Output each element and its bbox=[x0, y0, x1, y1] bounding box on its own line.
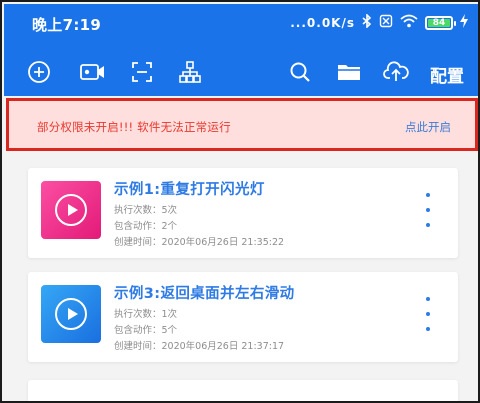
video-camera-icon[interactable] bbox=[80, 60, 106, 84]
task-action-count: 包含动作：5个 bbox=[114, 325, 178, 336]
more-options-icon[interactable] bbox=[424, 193, 432, 227]
task-run-count: 执行次数：1次 bbox=[114, 309, 178, 320]
task-card-partial[interactable] bbox=[28, 380, 458, 401]
cloud-upload-icon[interactable] bbox=[383, 60, 409, 84]
task-action-count: 包含动作：2个 bbox=[114, 221, 178, 232]
task-thumbnail bbox=[41, 285, 101, 343]
warning-message: 部分权限未开启!!! 软件无法正常运行 bbox=[37, 120, 231, 134]
search-icon[interactable] bbox=[287, 60, 313, 84]
enable-permission-link[interactable]: 点此开启 bbox=[405, 119, 451, 135]
wifi-icon bbox=[400, 14, 418, 32]
config-button[interactable]: 配置 bbox=[430, 62, 464, 87]
task-card[interactable]: 示例1:重复打开闪光灯 执行次数：5次 包含动作：2个 创建时间：2020年06… bbox=[28, 168, 458, 258]
bluetooth-icon bbox=[362, 13, 372, 32]
play-icon bbox=[55, 298, 87, 330]
more-options-icon[interactable] bbox=[424, 297, 432, 331]
task-card[interactable]: 示例3:返回桌面并左右滑动 执行次数：1次 包含动作：5个 创建时间：2020年… bbox=[28, 272, 458, 362]
task-created-time: 创建时间：2020年06月26日 21:37:17 bbox=[114, 341, 285, 352]
battery-icon: 84 bbox=[425, 16, 456, 30]
task-title: 示例3:返回桌面并左右滑动 bbox=[114, 286, 295, 302]
status-indicators: ...0.0K/s 84 bbox=[290, 13, 468, 32]
status-bar: 晚上7:19 ...0.0K/s 84 bbox=[4, 4, 478, 40]
hierarchy-icon[interactable] bbox=[177, 60, 203, 84]
folder-icon[interactable] bbox=[336, 60, 362, 84]
add-circle-icon[interactable] bbox=[26, 60, 52, 84]
app-screen: 晚上7:19 ...0.0K/s 84 配置 部分权限未开启!!! 软件无法正常… bbox=[0, 0, 480, 403]
permission-warning-banner: 部分权限未开启!!! 软件无法正常运行 点此开启 bbox=[6, 98, 478, 151]
charging-icon bbox=[460, 14, 468, 32]
task-thumbnail bbox=[41, 181, 101, 239]
toolbar: 配置 bbox=[4, 52, 478, 92]
task-created-time: 创建时间：2020年06月26日 21:35:22 bbox=[114, 237, 285, 248]
task-run-count: 执行次数：5次 bbox=[114, 205, 178, 216]
battery-level: 84 bbox=[432, 18, 446, 28]
dnd-icon bbox=[379, 14, 393, 32]
task-title: 示例1:重复打开闪光灯 bbox=[114, 182, 265, 198]
status-time: 晚上7:19 bbox=[32, 16, 102, 34]
top-app-bar: 晚上7:19 ...0.0K/s 84 配置 bbox=[4, 4, 478, 96]
play-icon bbox=[55, 194, 87, 226]
scan-frame-icon[interactable] bbox=[129, 60, 155, 84]
network-speed: ...0.0K/s bbox=[290, 16, 355, 30]
